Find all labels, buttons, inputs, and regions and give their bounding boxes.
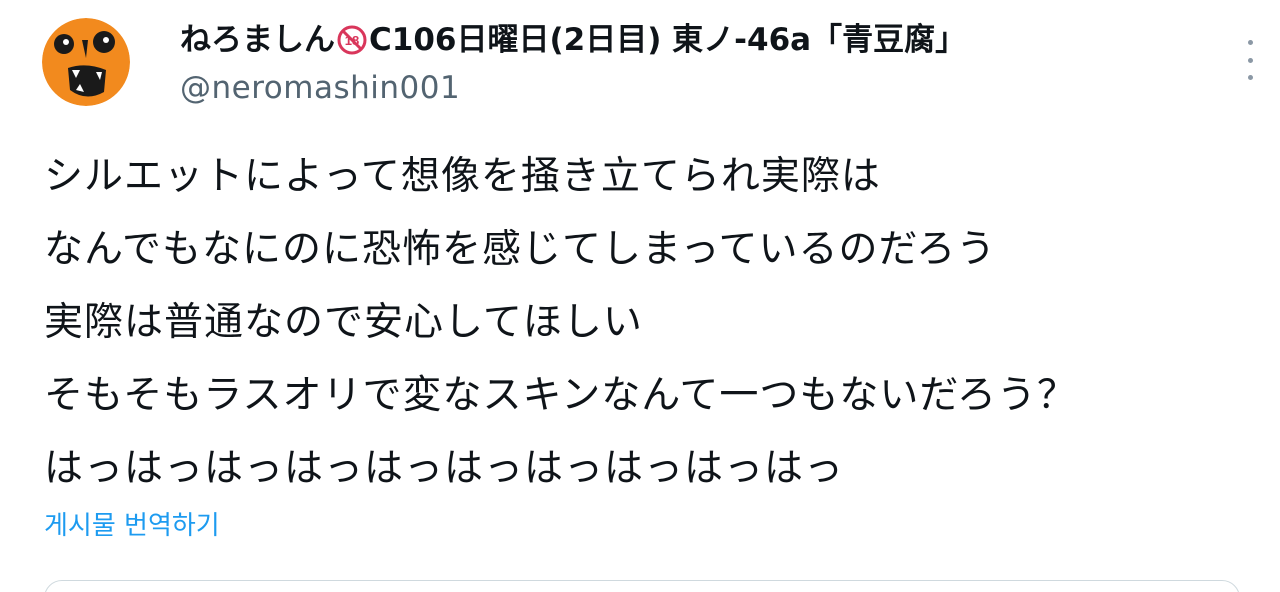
avatar[interactable] xyxy=(42,18,130,106)
embedded-card-top[interactable] xyxy=(44,580,1240,592)
adult-18-badge-icon: 18 xyxy=(337,25,367,55)
tweet-text-line: なんでもなにのに恐怖を感じてしまっているのだろう xyxy=(44,227,997,272)
display-name[interactable]: ねろましん 18 C106日曜日(2日目) 東ノ-46a「青豆腐」 xyxy=(180,18,1220,62)
tweet-text-line: そもそもラスオリで変なスキンなんて一つもないだろう？ xyxy=(44,373,1077,418)
display-name-prefix: ねろましん xyxy=(180,22,335,58)
user-handle[interactable]: @neromashin001 xyxy=(180,66,1220,110)
tweet-text: シルエットによって想像を掻き立てられ実際は なんでもなにのに恐怖を感じてしまって… xyxy=(44,140,1240,505)
translate-post-link[interactable]: 게시물 번역하기 xyxy=(44,506,220,546)
avatar-image xyxy=(42,18,130,106)
tweet-text-line: シルエットによって想像を掻き立てられ実際は xyxy=(44,154,881,199)
more-vertical-icon-dot xyxy=(1247,57,1253,63)
tweet-text-line: 実際は普通なので安心してほしい xyxy=(44,300,643,345)
more-vertical-icon-dot xyxy=(1247,75,1253,80)
more-options-button[interactable] xyxy=(1238,40,1262,80)
more-vertical-icon xyxy=(1247,40,1253,45)
tweet-text-line: はっはっはっはっはっはっはっはっはっはっ xyxy=(44,446,845,491)
display-name-suffix: C106日曜日(2日目) 東ノ-46a「青豆腐」 xyxy=(369,22,967,58)
tweet-header: ねろましん 18 C106日曜日(2日目) 東ノ-46a「青豆腐」 @nerom… xyxy=(180,18,1220,110)
tweet-card: ねろましん 18 C106日曜日(2日目) 東ノ-46a「青豆腐」 @nerom… xyxy=(0,0,1280,592)
